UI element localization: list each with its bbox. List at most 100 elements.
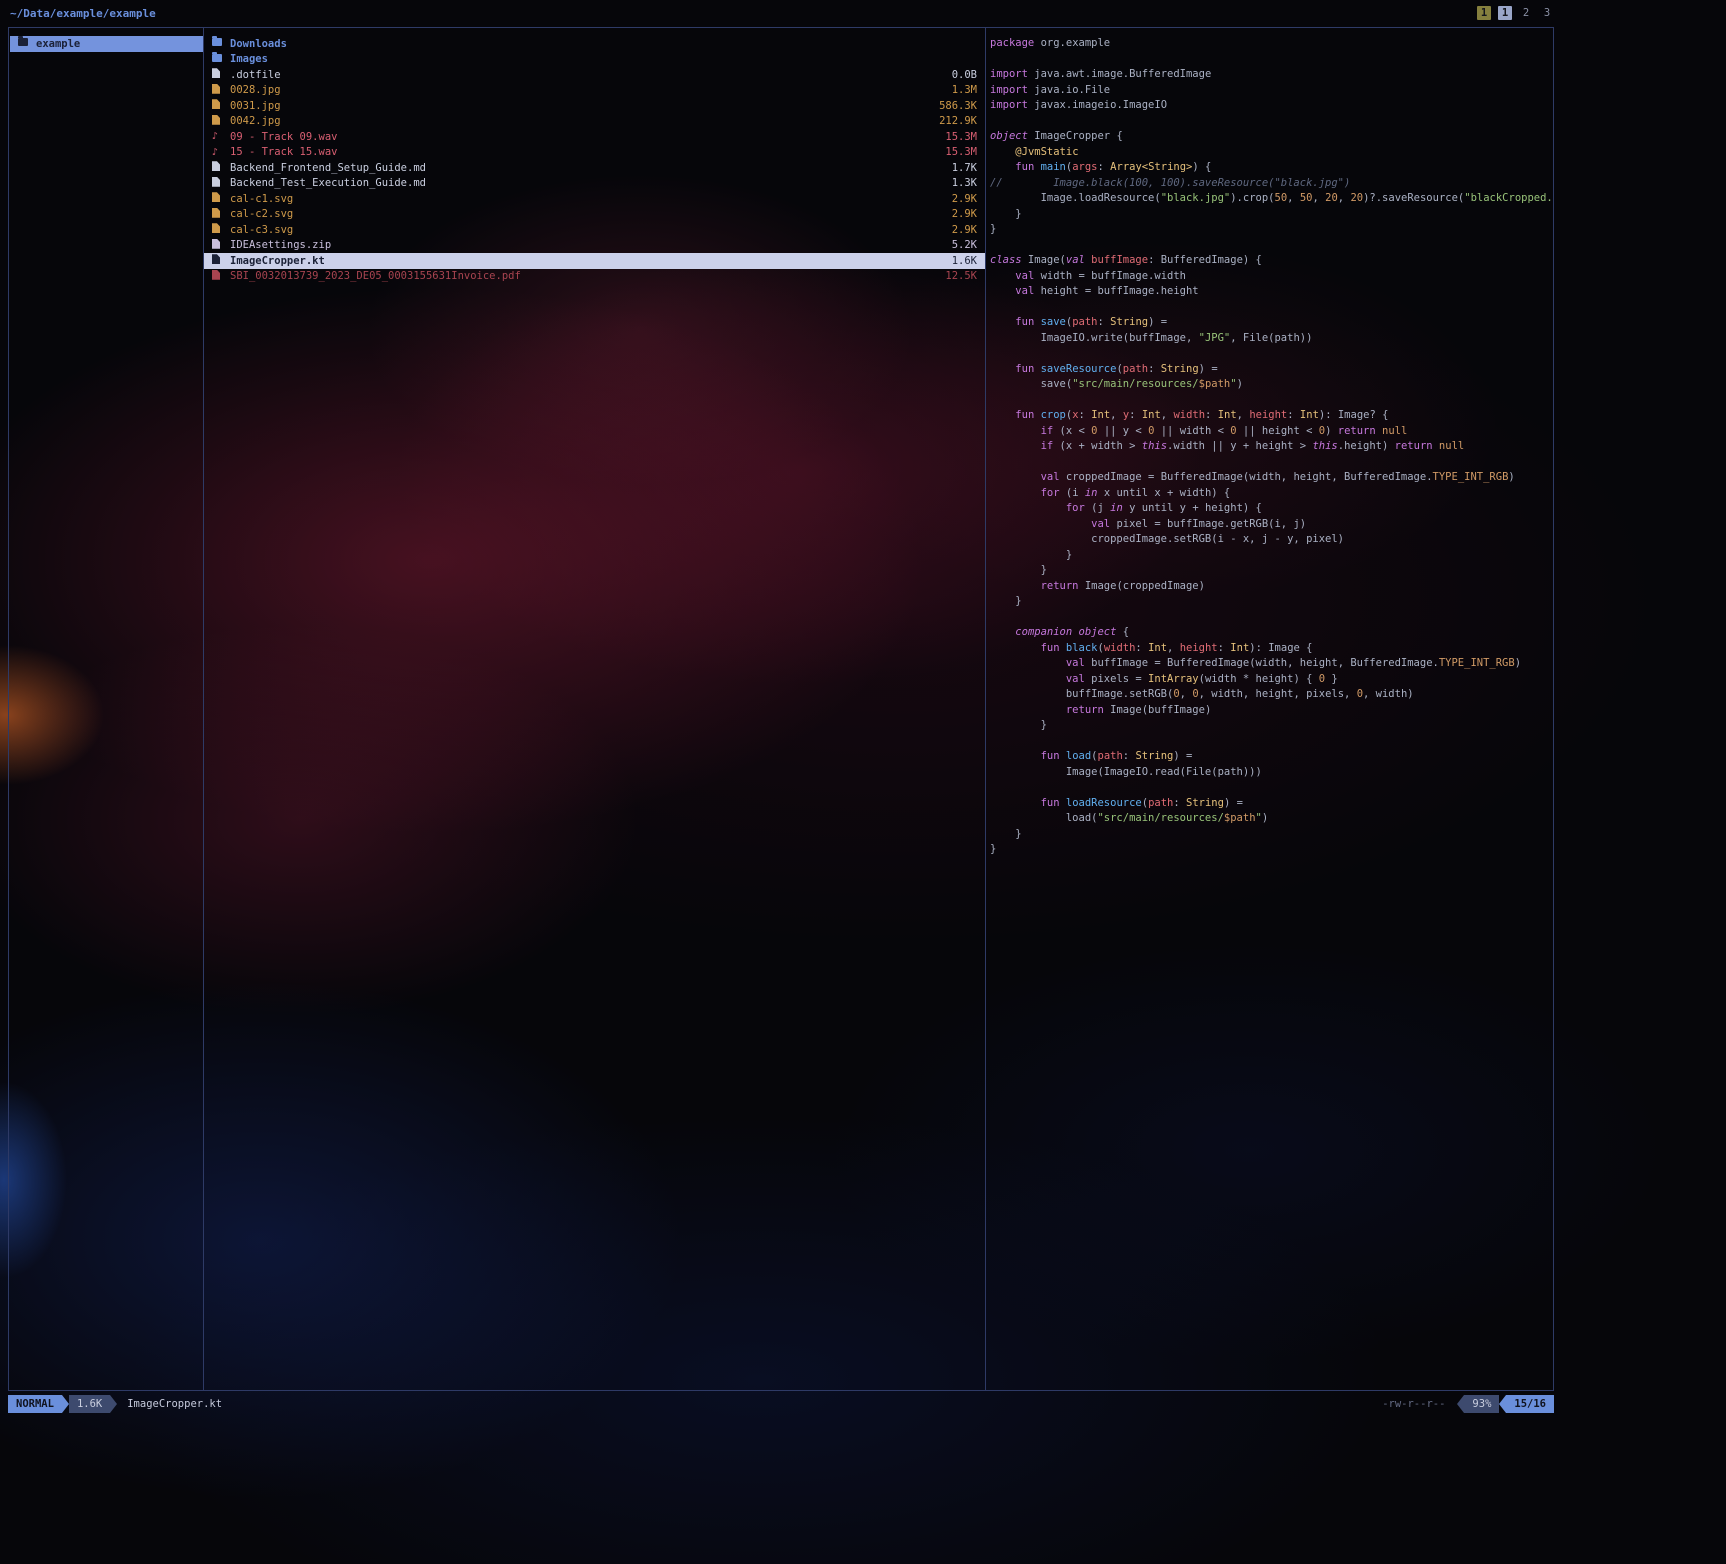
file-row[interactable]: 0042.jpg 212.9K: [204, 114, 985, 130]
file-row[interactable]: Images: [204, 52, 985, 68]
code-line: buffImage.setRGB(0, 0, width, height, pi…: [986, 687, 1554, 703]
file-row[interactable]: ImageCropper.kt1.6K: [204, 253, 985, 269]
code-line: }: [986, 842, 1554, 858]
code-line: }: [986, 563, 1554, 579]
file-name: cal-c2.svg: [230, 208, 293, 220]
code-preview[interactable]: package org.exampleimport java.awt.image…: [986, 36, 1554, 1388]
file-name: Downloads: [230, 38, 287, 50]
code-line: save("src/main/resources/$path"): [986, 377, 1554, 393]
code-line: [986, 734, 1554, 750]
tab-4[interactable]: 3: [1540, 6, 1554, 20]
file-name: 0042.jpg: [230, 115, 281, 127]
file-row[interactable]: 0031.jpg 586.3K: [204, 98, 985, 114]
file-row[interactable]: 0028.jpg 1.3M: [204, 83, 985, 99]
terminal-window: ~/Data/example/example 1123 example Down…: [0, 0, 1562, 1424]
file-row[interactable]: cal-c1.svg2.9K: [204, 191, 985, 207]
image-file-icon: [212, 83, 226, 98]
code-line: return Image(buffImage): [986, 703, 1554, 719]
code-line: croppedImage.setRGB(i - x, j - y, pixel): [986, 532, 1554, 548]
powerline-separator: [1499, 1395, 1506, 1413]
selected-file-name: ImageCropper.kt: [127, 1398, 222, 1410]
file-list[interactable]: DownloadsImages.dotfile0.0B0028.jpg1.3M0…: [204, 36, 985, 1388]
file-row[interactable]: .dotfile 0.0B: [204, 67, 985, 83]
file-row[interactable]: SBI_0032013739_2023_DE05_0003155631Invoi…: [204, 269, 985, 285]
file-size: 1.3M: [944, 84, 977, 96]
file-row[interactable]: IDEAsettings.zip5.2K: [204, 238, 985, 254]
file-row[interactable]: Backend_Test_Execution_Guide.md1.3K: [204, 176, 985, 192]
code-line: if (x < 0 || y < 0 || width < 0 || heigh…: [986, 424, 1554, 440]
selected-file-size: 1.6K: [69, 1395, 110, 1413]
topbar: ~/Data/example/example 1123: [10, 4, 1554, 22]
code-line: fun crop(x: Int, y: Int, width: Int, hei…: [986, 408, 1554, 424]
code-line: val pixels = IntArray(width * height) { …: [986, 672, 1554, 688]
file-size: 2.9K: [944, 224, 977, 236]
code-line: [986, 393, 1554, 409]
powerline-separator: [62, 1395, 69, 1413]
file-row[interactable]: cal-c2.svg2.9K: [204, 207, 985, 223]
file-name: .dotfile: [230, 69, 281, 81]
file-name: 15 - Track 15.wav: [230, 146, 337, 158]
kotlin-file-icon: [212, 253, 226, 268]
code-line: if (x + width > this.width || y + height…: [986, 439, 1554, 455]
file-size: 15.3M: [937, 146, 977, 158]
file-size: 0.0B: [944, 69, 977, 81]
code-line: [986, 114, 1554, 130]
code-line: }: [986, 207, 1554, 223]
markdown-file-icon: [212, 176, 226, 191]
current-path: ~/Data/example/example: [10, 7, 156, 20]
file-row[interactable]: cal-c3.svg 2.9K: [204, 222, 985, 238]
powerline-separator: [110, 1395, 117, 1413]
file-row[interactable]: Backend_Frontend_Setup_Guide.md1.7K: [204, 160, 985, 176]
code-line: fun loadResource(path: String) =: [986, 796, 1554, 812]
tab-bar: 1123: [1477, 6, 1554, 20]
code-line: ImageIO.write(buffImage, "JPG", File(pat…: [986, 331, 1554, 347]
audio-file-icon: ♪: [212, 129, 226, 144]
code-line: [986, 300, 1554, 316]
code-line: @JvmStatic: [986, 145, 1554, 161]
file-size: 12.5K: [937, 270, 977, 282]
tab-3[interactable]: 2: [1519, 6, 1533, 20]
svg-file-icon: [212, 222, 226, 237]
parent-dir-item[interactable]: example: [10, 36, 203, 52]
file-name: cal-c3.svg: [230, 224, 293, 236]
file-size: 212.9K: [931, 115, 977, 127]
file-name: SBI_0032013739_2023_DE05_0003155631Invoi…: [230, 270, 521, 282]
code-line: return Image(croppedImage): [986, 579, 1554, 595]
statusbar: NORMAL 1.6K ImageCropper.kt -rw-r--r-- 9…: [8, 1395, 1554, 1413]
folder-icon: [18, 36, 32, 51]
code-line: }: [986, 594, 1554, 610]
folder-icon: [212, 52, 226, 67]
file-name: 0028.jpg: [230, 84, 281, 96]
code-line: [986, 780, 1554, 796]
file-row[interactable]: ♪15 - Track 15.wav15.3M: [204, 145, 985, 161]
tab-1[interactable]: 1: [1477, 6, 1491, 20]
code-line: [986, 455, 1554, 471]
parent-dir-label: example: [36, 38, 80, 50]
file-size: 5.2K: [944, 239, 977, 251]
code-line: fun main(args: Array<String>) {: [986, 160, 1554, 176]
archive-file-icon: [212, 238, 226, 253]
file-icon: [212, 67, 226, 82]
file-size: 15.3M: [937, 131, 977, 143]
svg-file-icon: [212, 207, 226, 222]
code-line: }: [986, 718, 1554, 734]
file-size: 1.6K: [944, 255, 977, 267]
powerline-separator: [1457, 1395, 1464, 1413]
code-line: [986, 610, 1554, 626]
code-line: val croppedImage = BufferedImage(width, …: [986, 470, 1554, 486]
file-name: 0031.jpg: [230, 100, 281, 112]
code-line: for (j in y until y + height) {: [986, 501, 1554, 517]
image-file-icon: [212, 98, 226, 113]
parent-pane[interactable]: example: [10, 36, 203, 1388]
code-line: fun load(path: String) =: [986, 749, 1554, 765]
code-line: import java.io.File: [986, 83, 1554, 99]
file-size: 586.3K: [931, 100, 977, 112]
folder-icon: [212, 36, 226, 51]
file-row[interactable]: Downloads: [204, 36, 985, 52]
code-line: fun saveResource(path: String) =: [986, 362, 1554, 378]
tab-2[interactable]: 1: [1498, 6, 1512, 20]
code-line: }: [986, 548, 1554, 564]
file-name: Backend_Frontend_Setup_Guide.md: [230, 162, 426, 174]
file-name: Backend_Test_Execution_Guide.md: [230, 177, 426, 189]
file-row[interactable]: ♪09 - Track 09.wav15.3M: [204, 129, 985, 145]
